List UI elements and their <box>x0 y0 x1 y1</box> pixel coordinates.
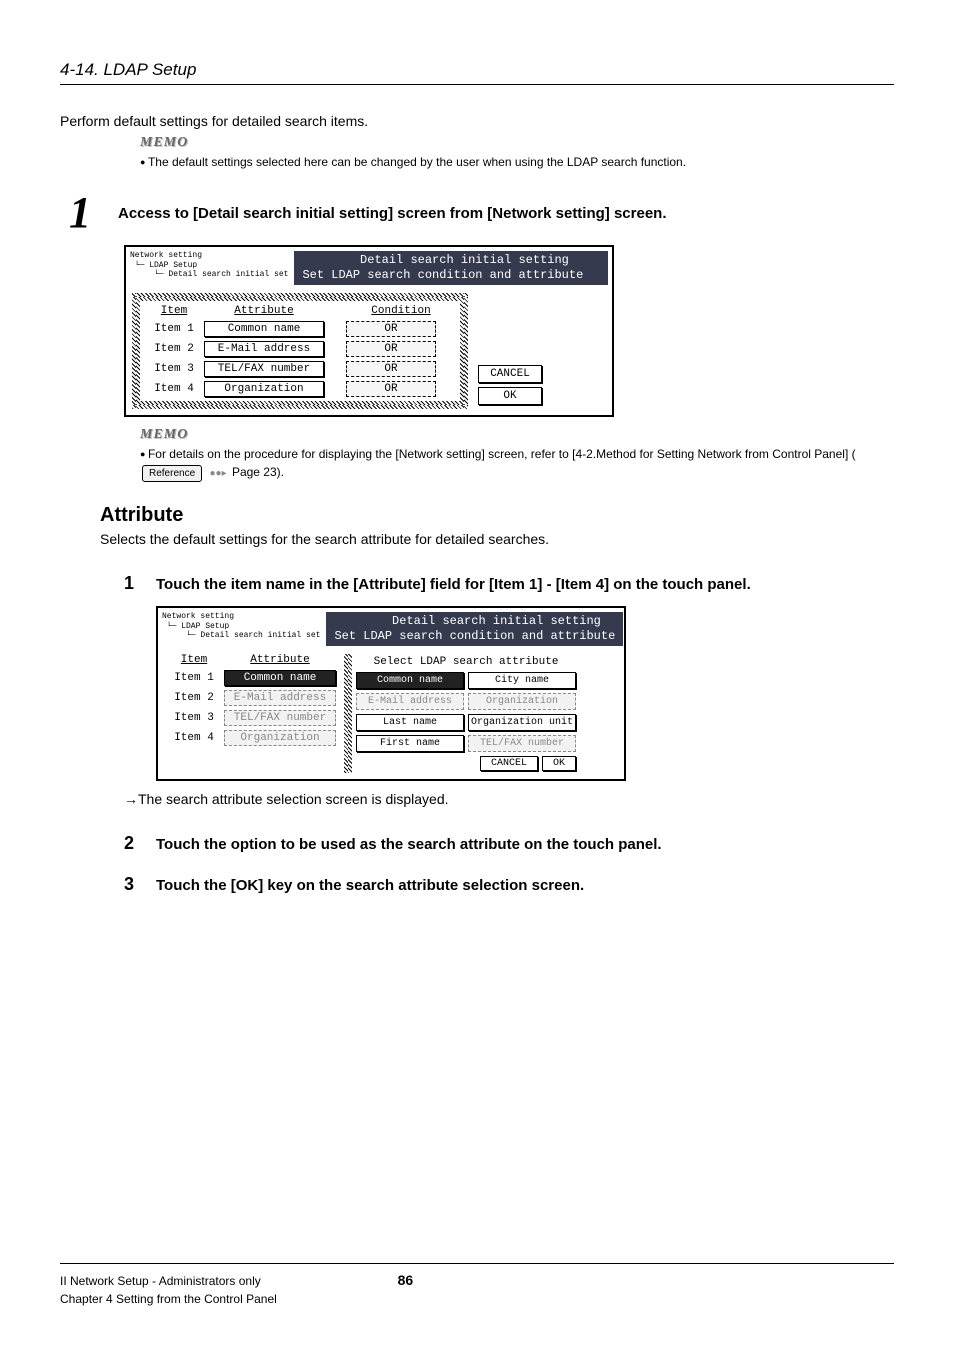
memo-text: The default settings selected here can b… <box>140 153 894 171</box>
step-number: 1 <box>60 191 100 235</box>
option-common-name[interactable]: Common name <box>356 672 464 689</box>
panel-title: Detail search initial setting Set LDAP s… <box>294 251 608 285</box>
option-last-name[interactable]: Last name <box>356 714 464 731</box>
memo-2: MEMO For details on the procedure for di… <box>140 427 894 482</box>
substep-text: Touch the item name in the [Attribute] f… <box>156 576 751 593</box>
arrows-icon: ●●▸ <box>209 468 226 479</box>
attribute-button[interactable]: TEL/FAX number <box>204 361 324 377</box>
attribute-button[interactable]: Organization <box>204 381 324 397</box>
section-divider <box>60 84 894 85</box>
table-row: Item 1 Common name OR <box>144 321 456 337</box>
attribute-button[interactable]: E-Mail address <box>204 341 324 357</box>
substep-number: 3 <box>124 874 142 895</box>
substep-number: 1 <box>124 573 142 594</box>
intro-text: Perform default settings for detailed se… <box>60 113 894 129</box>
memo-label: MEMO <box>140 135 894 151</box>
panel-detail-search-initial: Network setting └─ LDAP Setup └─ Detail … <box>124 245 614 417</box>
panel-title: Detail search initial setting Set LDAP s… <box>326 612 623 646</box>
table-row: Item 3 TEL/FAX number <box>164 710 336 726</box>
step-1: 1 Access to [Detail search initial setti… <box>60 191 894 235</box>
option-email-address: E-Mail address <box>356 693 464 710</box>
substep-3: 3 Touch the [OK] key on the search attri… <box>124 874 894 895</box>
breadcrumb: Network setting └─ LDAP Setup └─ Detail … <box>130 251 288 285</box>
col-header-item: Item <box>164 654 224 666</box>
memo-text-a: For details on the procedure for display… <box>148 447 856 461</box>
cancel-button[interactable]: CANCEL <box>480 756 538 771</box>
panel-attribute-select: Network setting └─ LDAP Setup └─ Detail … <box>156 606 626 781</box>
attribute-button-disabled: Organization <box>224 730 336 746</box>
item-label: Item 4 <box>164 732 224 744</box>
ok-button[interactable]: OK <box>542 756 576 771</box>
substep-text: Touch the option to be used as the searc… <box>156 836 662 853</box>
option-organization: Organization <box>468 693 576 710</box>
col-header-attribute: Attribute <box>204 305 324 317</box>
condition-button[interactable]: OR <box>346 361 436 377</box>
substep-text: Touch the [OK] key on the search attribu… <box>156 877 584 894</box>
item-label: Item 4 <box>144 383 204 395</box>
page-footer: II Network Setup - Administrators only C… <box>60 1263 894 1308</box>
attribute-button-selected[interactable]: Common name <box>224 670 336 686</box>
substep-1: 1 Touch the item name in the [Attribute]… <box>124 573 894 594</box>
memo-label: MEMO <box>140 427 894 443</box>
memo-text: For details on the procedure for display… <box>140 445 894 482</box>
item-label: Item 3 <box>144 363 204 375</box>
step-text: Access to [Detail search initial setting… <box>118 191 667 222</box>
col-header-item: Item <box>144 305 204 317</box>
col-header-condition: Condition <box>346 305 456 317</box>
select-attribute-title: Select LDAP search attribute <box>356 656 576 668</box>
section-title: 4-14. LDAP Setup <box>60 60 894 80</box>
item-label: Item 3 <box>164 712 224 724</box>
table-row: Item 2 E-Mail address OR <box>144 341 456 357</box>
reference-badge: Reference <box>142 465 202 482</box>
item-label: Item 1 <box>164 672 224 684</box>
attribute-button-disabled: TEL/FAX number <box>224 710 336 726</box>
memo-text-b: Page 23). <box>232 465 284 479</box>
table-row: Item 1 Common name <box>164 670 336 686</box>
attribute-desc: Selects the default settings for the sea… <box>100 531 894 547</box>
page-number: 86 <box>398 1272 414 1288</box>
option-city-name[interactable]: City name <box>468 672 576 689</box>
footer-line-2: Chapter 4 Setting from the Control Panel <box>60 1290 277 1308</box>
attribute-heading: Attribute <box>100 504 894 527</box>
item-label: Item 1 <box>144 323 204 335</box>
attribute-button-disabled: E-Mail address <box>224 690 336 706</box>
table-row: Item 3 TEL/FAX number OR <box>144 361 456 377</box>
breadcrumb: Network setting └─ LDAP Setup └─ Detail … <box>162 612 320 646</box>
substep-number: 2 <box>124 833 142 854</box>
table-row: Item 2 E-Mail address <box>164 690 336 706</box>
table-row: Item 4 Organization OR <box>144 381 456 397</box>
cancel-button[interactable]: CANCEL <box>478 365 542 383</box>
footer-divider <box>60 1263 894 1264</box>
ok-button[interactable]: OK <box>478 387 542 405</box>
col-header-attribute: Attribute <box>224 654 336 666</box>
condition-button[interactable]: OR <box>346 341 436 357</box>
memo-1: MEMO The default settings selected here … <box>140 135 894 171</box>
option-organization-unit[interactable]: Organization unit <box>468 714 576 731</box>
item-label: Item 2 <box>164 692 224 704</box>
item-label: Item 2 <box>144 343 204 355</box>
attribute-button[interactable]: Common name <box>204 321 324 337</box>
table-row: Item 4 Organization <box>164 730 336 746</box>
condition-button[interactable]: OR <box>346 381 436 397</box>
option-tel-fax-number: TEL/FAX number <box>468 735 576 752</box>
result-text: →The search attribute selection screen i… <box>124 791 894 807</box>
condition-button[interactable]: OR <box>346 321 436 337</box>
substep-2: 2 Touch the option to be used as the sea… <box>124 833 894 854</box>
footer-line-1: II Network Setup - Administrators only <box>60 1272 277 1290</box>
option-first-name[interactable]: First name <box>356 735 464 752</box>
